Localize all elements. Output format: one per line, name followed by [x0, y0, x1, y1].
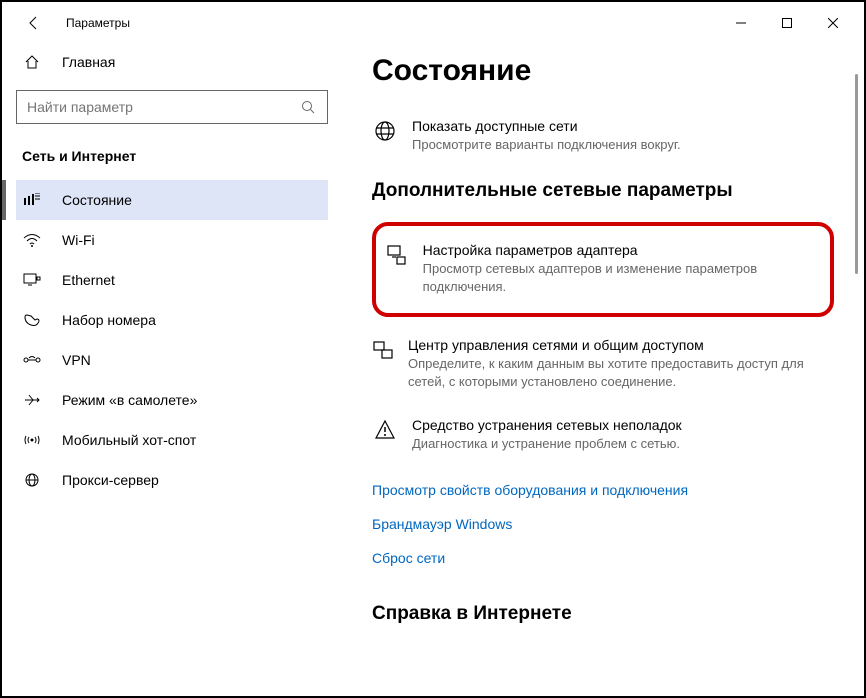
maximize-button[interactable]	[764, 7, 810, 39]
main-panel: Состояние Показать доступные сети Просмо…	[342, 44, 864, 696]
search-box[interactable]	[16, 90, 328, 124]
link-network-reset[interactable]: Сброс сети	[372, 541, 834, 575]
action-text: Показать доступные сети Просмотрите вари…	[412, 118, 681, 154]
window-title: Параметры	[66, 16, 130, 30]
dialup-icon	[22, 313, 42, 327]
action-desc: Просмотрите варианты подключения вокруг.	[412, 136, 681, 154]
minimize-icon	[736, 18, 746, 28]
action-sharing-center[interactable]: Центр управления сетями и общим доступом…	[372, 331, 834, 397]
sidebar-item-hotspot[interactable]: Мобильный хот-спот	[16, 420, 328, 460]
close-icon	[828, 18, 838, 28]
wifi-icon	[22, 233, 42, 247]
maximize-icon	[782, 18, 792, 28]
action-desc: Определите, к каким данным вы хотите пре…	[408, 355, 834, 391]
sidebar: Главная Сеть и Интернет Состояние Wi-Fi	[2, 44, 342, 696]
action-troubleshoot[interactable]: Средство устранения сетевых неполадок Ди…	[372, 411, 834, 459]
status-icon	[22, 193, 42, 207]
action-desc: Просмотр сетевых адаптеров и изменение п…	[423, 260, 822, 296]
window-controls	[718, 7, 856, 39]
hotspot-icon	[22, 433, 42, 447]
section-advanced: Дополнительные сетевые параметры	[372, 180, 834, 202]
sidebar-item-label: Wi-Fi	[62, 232, 95, 248]
warning-icon	[372, 417, 398, 453]
action-title: Средство устранения сетевых неполадок	[412, 417, 682, 433]
sidebar-item-proxy[interactable]: Прокси-сервер	[16, 460, 328, 500]
sidebar-item-label: Мобильный хот-спот	[62, 432, 196, 448]
sidebar-item-vpn[interactable]: VPN	[16, 340, 328, 380]
sidebar-item-label: Состояние	[62, 192, 132, 208]
search-input[interactable]	[27, 99, 301, 115]
action-text: Центр управления сетями и общим доступом…	[408, 337, 834, 391]
sidebar-item-label: Режим «в самолете»	[62, 392, 197, 408]
action-title: Центр управления сетями и общим доступом	[408, 337, 834, 353]
sidebar-item-label: Набор номера	[62, 312, 156, 328]
link-firewall[interactable]: Брандмауэр Windows	[372, 507, 834, 541]
titlebar: Параметры	[2, 2, 864, 44]
action-title: Показать доступные сети	[412, 118, 681, 134]
action-title: Настройка параметров адаптера	[423, 242, 822, 258]
sharing-icon	[372, 337, 394, 391]
back-button[interactable]	[18, 7, 50, 39]
sidebar-item-wifi[interactable]: Wi-Fi	[16, 220, 328, 260]
sidebar-item-label: Прокси-сервер	[62, 472, 159, 488]
sidebar-item-label: VPN	[62, 352, 91, 368]
highlighted-adapter-settings: Настройка параметров адаптера Просмотр с…	[372, 222, 834, 316]
sidebar-item-ethernet[interactable]: Ethernet	[16, 260, 328, 300]
adapter-icon	[384, 242, 409, 296]
action-text: Средство устранения сетевых неполадок Ди…	[412, 417, 682, 453]
page-title: Состояние	[372, 54, 834, 88]
scrollbar[interactable]	[855, 74, 858, 274]
sidebar-item-status[interactable]: Состояние	[16, 180, 328, 220]
section-help: Справка в Интернете	[372, 603, 834, 625]
vpn-icon	[22, 353, 42, 367]
arrow-left-icon	[26, 15, 42, 31]
sidebar-item-airplane[interactable]: Режим «в самолете»	[16, 380, 328, 420]
airplane-icon	[22, 393, 42, 407]
link-hardware-properties[interactable]: Просмотр свойств оборудования и подключе…	[372, 473, 834, 507]
action-adapter-settings[interactable]: Настройка параметров адаптера Просмотр с…	[384, 236, 822, 302]
close-button[interactable]	[810, 7, 856, 39]
minimize-button[interactable]	[718, 7, 764, 39]
sidebar-item-label: Ethernet	[62, 272, 115, 288]
proxy-icon	[22, 473, 42, 487]
home-nav[interactable]: Главная	[16, 44, 328, 80]
action-text: Настройка параметров адаптера Просмотр с…	[423, 242, 822, 296]
ethernet-icon	[22, 273, 42, 287]
home-label: Главная	[62, 54, 115, 70]
category-title: Сеть и Интернет	[16, 148, 328, 164]
globe-icon	[372, 118, 398, 154]
action-show-networks[interactable]: Показать доступные сети Просмотрите вари…	[372, 112, 834, 160]
home-icon	[22, 54, 42, 70]
sidebar-item-dialup[interactable]: Набор номера	[16, 300, 328, 340]
action-desc: Диагностика и устранение проблем с сетью…	[412, 435, 682, 453]
search-icon	[301, 100, 317, 114]
content-area: Главная Сеть и Интернет Состояние Wi-Fi	[2, 44, 864, 696]
